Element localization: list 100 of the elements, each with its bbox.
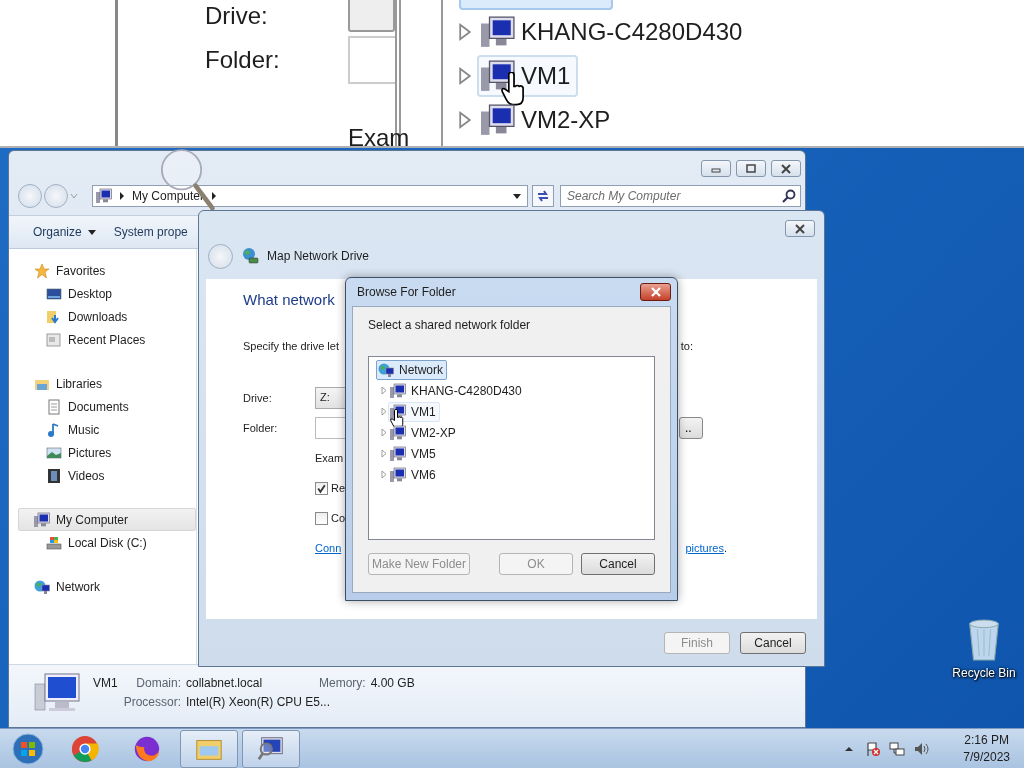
link[interactable]: Conn: [315, 542, 342, 554]
nav-item[interactable]: Network: [18, 575, 196, 598]
expand-icon[interactable]: [381, 470, 387, 479]
dropdown-icon[interactable]: [513, 193, 521, 199]
tree-item[interactable]: VM2-XP: [477, 99, 619, 141]
nav-item[interactable]: Recent Places: [18, 328, 196, 351]
computer-icon: [33, 672, 81, 714]
checkbox[interactable]: [315, 511, 328, 525]
computer-icon: [390, 466, 406, 483]
network-icon: [378, 361, 394, 378]
instruction-text: Specify the drive let: [243, 340, 339, 352]
tree-item[interactable]: KHANG-C4280D430: [388, 380, 526, 401]
browse-button[interactable]: ..: [679, 417, 703, 439]
expand-icon: [459, 111, 471, 129]
nav-item[interactable]: Documents: [18, 395, 196, 418]
nav-item[interactable]: My Computer: [18, 508, 196, 531]
nav-item[interactable]: Videos: [18, 464, 196, 487]
checkbox-label: Co: [331, 512, 346, 524]
tree-item[interactable]: VM1: [388, 401, 440, 422]
close-button[interactable]: [640, 283, 671, 301]
tree-item[interactable]: VM6: [388, 464, 440, 485]
tree-item[interactable]: VM5: [388, 443, 440, 464]
desktop-icon-label[interactable]: Recycle Bin: [952, 666, 1016, 680]
link[interactable]: pictures: [685, 542, 724, 554]
heading: What network: [243, 291, 335, 310]
disk-icon: [46, 534, 62, 551]
document-icon: [46, 398, 62, 415]
search-icon: [782, 189, 796, 203]
dialog-title: Browse For Folder: [357, 285, 456, 299]
expand-icon: [459, 67, 471, 85]
browser-ring-icon: [70, 733, 100, 764]
dialog-button[interactable]: Cancel: [581, 553, 655, 575]
detail-value: collabnet.local: [186, 676, 264, 690]
tree-item[interactable]: KHANG-C4280D430: [477, 11, 751, 53]
expand-icon: [459, 23, 471, 41]
star-icon: [34, 262, 50, 279]
computer-icon: [481, 15, 515, 49]
toolbar-button[interactable]: Organize: [27, 221, 102, 243]
nav-item[interactable]: Pictures: [18, 441, 196, 464]
close-icon: [649, 287, 662, 297]
close-button[interactable]: [771, 160, 801, 177]
clock[interactable]: 2:16 PM 7/9/2023: [963, 731, 1010, 766]
search-field[interactable]: Search My Computer: [560, 185, 801, 207]
toolbar-button[interactable]: System prope: [107, 221, 194, 243]
close-icon: [794, 223, 806, 234]
computer-name: VM1: [93, 676, 119, 690]
folder-field: [348, 36, 395, 84]
computer-icon: [390, 382, 406, 399]
chevron-icon: [211, 192, 218, 200]
flag-icon[interactable]: [865, 740, 882, 757]
expand-icon[interactable]: [381, 428, 387, 437]
expand-icon[interactable]: [381, 386, 387, 395]
close-icon: [780, 163, 792, 174]
taskbar-app-button[interactable]: [242, 729, 300, 768]
computer-icon: [34, 511, 50, 528]
refresh-button[interactable]: [532, 185, 554, 207]
punctuation: .: [723, 542, 727, 554]
nav-item[interactable]: Libraries: [18, 372, 196, 395]
minimize-button[interactable]: [701, 160, 731, 177]
maximize-icon: [745, 163, 757, 174]
downloads-icon: [46, 308, 62, 325]
example-text: Exam: [348, 124, 410, 146]
tree-item[interactable]: VM2-XP: [388, 422, 460, 443]
network-icon[interactable]: [889, 740, 906, 757]
nav-item[interactable]: Music: [18, 418, 196, 441]
checkbox[interactable]: [315, 481, 328, 495]
desktop-icon: [46, 285, 62, 302]
network-drive-icon: [241, 247, 259, 265]
detail-label: Memory:: [319, 676, 366, 690]
window-title: Map Network Drive: [267, 249, 370, 263]
detail-label: Processor:: [122, 695, 181, 709]
nav-item[interactable]: Downloads: [18, 305, 196, 328]
instruction-text: to:: [680, 340, 693, 352]
detail-label: Domain:: [135, 676, 181, 690]
chevron-icon: [119, 192, 125, 200]
detail-value: 4.00 GB: [370, 676, 416, 690]
nav-item[interactable]: Local Disk (C:): [18, 531, 196, 554]
computer-icon: [481, 103, 515, 137]
close-button[interactable]: [785, 220, 815, 237]
address-bar[interactable]: My Computer: [92, 185, 528, 207]
start-orb-icon: [12, 732, 44, 765]
network-icon: [34, 578, 50, 595]
cancel-button[interactable]: Cancel: [740, 631, 806, 654]
date: 7/9/2023: [963, 748, 1010, 766]
folder-label: Folder:: [205, 46, 281, 74]
nav-item[interactable]: Desktop: [18, 282, 196, 305]
expand-icon[interactable]: [381, 449, 387, 458]
pictures-icon: [46, 444, 62, 461]
drive-label: Drive:: [243, 392, 273, 404]
breadcrumb[interactable]: My Computer: [132, 189, 205, 203]
maximize-button[interactable]: [736, 160, 766, 177]
nav-item[interactable]: Favorites: [18, 259, 196, 282]
computer-icon: [390, 424, 406, 441]
checkbox-label: Re: [331, 482, 346, 494]
folder-label: Folder:: [243, 422, 279, 434]
tree-item[interactable]: Network: [376, 359, 447, 380]
videos-icon: [46, 467, 62, 484]
time: 2:16 PM: [964, 731, 1009, 749]
recent-icon: [46, 331, 62, 348]
drive-label: Drive:: [205, 2, 269, 30]
